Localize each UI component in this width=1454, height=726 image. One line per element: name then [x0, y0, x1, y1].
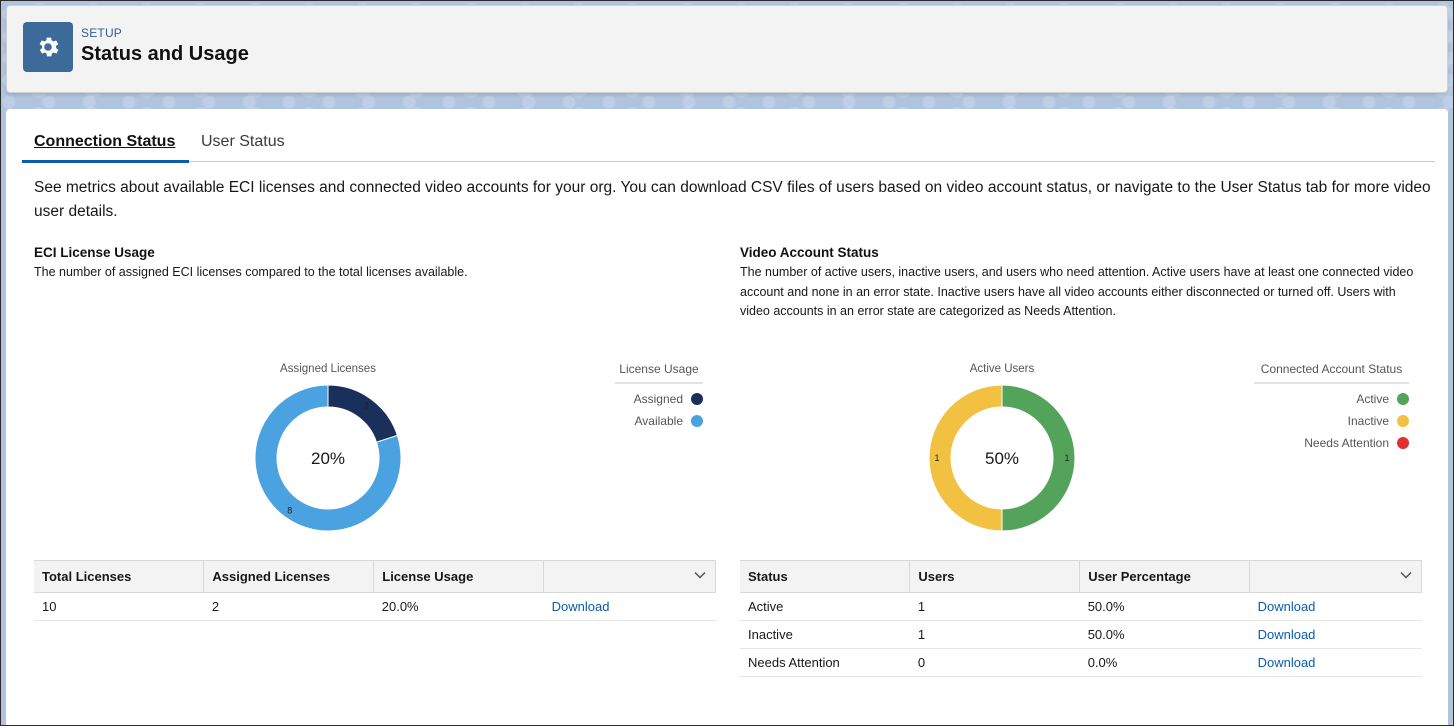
legend-item-assigned[interactable]: Assigned [615, 388, 703, 410]
legend-dot-icon [1397, 393, 1409, 405]
download-link[interactable]: Download [1258, 599, 1316, 614]
video-chart-title: Active Users [969, 363, 1035, 375]
table-cell: 1 [909, 620, 1080, 649]
chevron-down-icon [1400, 571, 1412, 579]
legend-dot-icon [691, 393, 703, 405]
table-cell: 1 [909, 592, 1080, 621]
table-cell: 2 [203, 592, 374, 621]
legend-label: Inactive [1347, 414, 1389, 428]
license-slice-value-label: 8 [287, 506, 292, 516]
video-legend-title: Connected Account Status [1254, 362, 1409, 384]
legend-label: Available [634, 414, 683, 428]
page-header: SETUP Status and Usage [6, 5, 1448, 93]
download-link[interactable]: Download [552, 599, 610, 614]
license-section-title: ECI License Usage [34, 245, 155, 260]
license-slice-value-label: 2 [364, 400, 369, 410]
table-cell: 50.0% [1079, 592, 1250, 621]
video-donut-center: 50% [984, 449, 1020, 468]
column-menu-button[interactable] [543, 560, 716, 593]
legend-item-inactive[interactable]: Inactive [1254, 410, 1409, 432]
tab-bar: Connection Status User Status [22, 127, 1435, 163]
page-title: Status and Usage [81, 43, 249, 65]
column-menu-button[interactable] [1249, 560, 1422, 593]
tab-user-status[interactable]: User Status [189, 133, 297, 162]
legend-dot-icon [1397, 415, 1409, 427]
license-slice-assigned[interactable] [327, 384, 399, 443]
column-header[interactable]: Assigned Licenses [203, 560, 375, 593]
content-card: Connection Status User Status See metric… [6, 109, 1448, 725]
app-frame: SETUP Status and Usage Connection Status… [0, 0, 1454, 726]
license-donut-center: 20% [310, 449, 346, 468]
table-cell: 50.0% [1079, 620, 1250, 649]
video-slice-value-label: 1 [934, 453, 939, 463]
legend-item-active[interactable]: Active [1254, 388, 1409, 410]
table-cell: 0 [909, 648, 1080, 677]
legend-label: Assigned [633, 392, 683, 406]
table-cell: 20.0% [373, 592, 544, 621]
download-link[interactable]: Download [1258, 655, 1316, 670]
table-cell: Active [740, 592, 910, 621]
video-section-title: Video Account Status [740, 245, 879, 260]
table-cell: Needs Attention [740, 648, 910, 677]
header-eyebrow: SETUP [81, 26, 123, 40]
chevron-down-icon [694, 571, 706, 579]
table-cell: 0.0% [1079, 648, 1250, 677]
column-header[interactable]: License Usage [373, 560, 545, 593]
legend-label: Needs Attention [1304, 436, 1389, 450]
table-cell: 10 [34, 592, 204, 621]
tab-connection-status[interactable]: Connection Status [22, 133, 187, 162]
column-header[interactable]: User Percentage [1079, 560, 1251, 593]
table-row: Active 1 50.0% Download [740, 592, 1422, 621]
table-header-row: Total Licenses Assigned Licenses License… [34, 560, 716, 593]
license-legend-title: License Usage [615, 362, 703, 384]
video-status-table: Status Users User Percentage Active 1 50… [740, 560, 1422, 677]
license-section-description: The number of assigned ECI licenses comp… [34, 265, 468, 279]
legend-label: Active [1356, 392, 1389, 406]
download-link[interactable]: Download [1258, 627, 1316, 642]
table-header-row: Status Users User Percentage [740, 560, 1422, 593]
video-slice-value-label: 1 [1064, 453, 1069, 463]
license-table: Total Licenses Assigned Licenses License… [34, 560, 716, 621]
column-header[interactable]: Status [740, 560, 911, 593]
table-row: 10 2 20.0% Download [34, 592, 716, 621]
video-section-description: The number of active users, inactive use… [740, 265, 1414, 318]
table-cell: Inactive [740, 620, 910, 649]
legend-item-needs-attention[interactable]: Needs Attention [1254, 432, 1409, 454]
intro-text: See metrics about available ECI licenses… [34, 179, 1431, 220]
table-row: Needs Attention 0 0.0% Download [740, 648, 1422, 677]
license-legend: License Usage Assigned Available [615, 362, 703, 432]
license-chart-title: Assigned Licenses [280, 363, 376, 375]
table-row: Inactive 1 50.0% Download [740, 620, 1422, 649]
legend-item-available[interactable]: Available [615, 410, 703, 432]
column-header[interactable]: Total Licenses [34, 560, 205, 593]
video-legend: Connected Account Status Active Inactive… [1254, 362, 1409, 454]
legend-dot-icon [691, 415, 703, 427]
gear-icon [23, 22, 73, 72]
column-header[interactable]: Users [909, 560, 1081, 593]
active-tab-indicator [22, 160, 189, 163]
legend-dot-icon [1397, 437, 1409, 449]
